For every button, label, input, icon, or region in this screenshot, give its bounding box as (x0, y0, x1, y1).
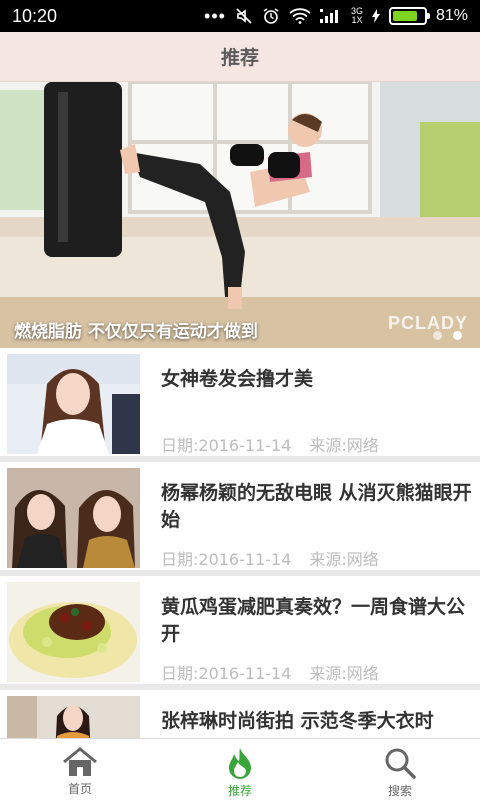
list-item[interactable]: 张梓琳时尚街拍 示范冬季大衣时 (0, 690, 480, 738)
article-meta: 日期:2016-11-14 来源:网络 (161, 660, 379, 684)
bottom-tab-bar: 首页 推荐 搜索 (0, 738, 480, 800)
list-item[interactable]: 黄瓜鸡蛋减肥真奏效？一周食谱大公开 日期:2016-11-14 来源:网络 (0, 576, 480, 684)
article-list: 女神卷发会撸才美 日期:2016-11-14 来源:网络 杨幂杨颖的无敌电眼 从消… (0, 348, 480, 738)
battery-icon (388, 7, 430, 25)
search-icon (385, 748, 416, 779)
article-source: 来源:网络 (309, 550, 379, 569)
app-header: 推荐 (0, 32, 480, 82)
list-item[interactable]: 女神卷发会撸才美 日期:2016-11-14 来源:网络 (0, 348, 480, 456)
charging-icon (371, 9, 380, 23)
article-thumbnail (7, 468, 140, 568)
tab-label: 首页 (67, 782, 92, 796)
article-source: 来源:网络 (309, 664, 379, 683)
status-bar: 10:20 ••• 3G 1X 81% (0, 0, 480, 32)
article-title: 黄瓜鸡蛋减肥真奏效？一周食谱大公开 (161, 596, 466, 645)
list-item[interactable]: 杨幂杨颖的无敌电眼 从消灭熊猫眼开始 日期:2016-11-14 来源:网络 (0, 462, 480, 570)
tab-label: 推荐 (227, 784, 252, 798)
status-time: 10:20 (12, 5, 58, 26)
alarm-icon (263, 8, 279, 24)
banner-image (0, 82, 480, 348)
article-title: 杨幂杨颖的无敌电眼 从消灭熊猫眼开始 (161, 482, 472, 531)
article-source: 来源:网络 (309, 436, 379, 455)
banner-indicator-1[interactable] (433, 331, 442, 340)
article-thumbnail (7, 696, 140, 738)
article-thumbnail (7, 582, 140, 682)
article-meta: 日期:2016-11-14 来源:网络 (161, 546, 379, 570)
banner-indicator-2[interactable] (453, 331, 462, 340)
battery-percent: 81% (435, 7, 468, 24)
network-type: 3G 1X (350, 6, 363, 25)
article-thumbnail (7, 354, 140, 454)
article-date: 日期:2016-11-14 (161, 550, 292, 569)
tab-search[interactable]: 搜索 (320, 739, 480, 800)
home-icon (63, 747, 97, 776)
flame-icon (229, 748, 251, 779)
notification-dots-icon: ••• (204, 6, 226, 26)
wifi-icon (289, 8, 311, 24)
article-title: 张梓琳时尚街拍 示范冬季大衣时 (161, 710, 434, 732)
mute-icon (236, 8, 252, 24)
tab-label: 搜索 (387, 784, 412, 798)
featured-banner[interactable]: 燃烧脂肪 不仅仅只有运动才做到 PCLADY (0, 82, 480, 348)
article-date: 日期:2016-11-14 (161, 436, 292, 455)
article-title: 女神卷发会撸才美 (161, 368, 314, 390)
tab-recommend[interactable]: 推荐 (160, 739, 320, 800)
banner-caption: 燃烧脂肪 不仅仅只有运动才做到 (14, 322, 258, 342)
page-title: 推荐 (220, 47, 259, 69)
article-date: 日期:2016-11-14 (161, 664, 292, 683)
signal-icon (319, 9, 338, 23)
article-meta: 日期:2016-11-14 来源:网络 (161, 432, 379, 456)
tab-home[interactable]: 首页 (0, 739, 160, 800)
